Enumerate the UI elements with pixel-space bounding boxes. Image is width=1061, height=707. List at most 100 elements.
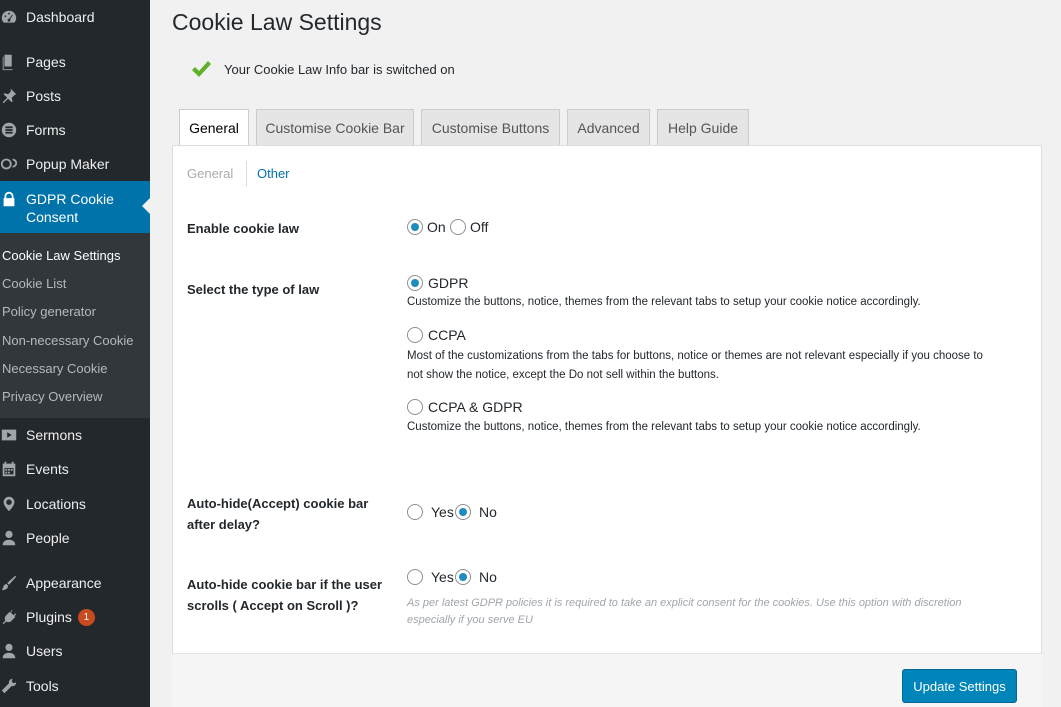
law-type-label: Select the type of law [187,282,320,297]
plugins-update-badge: 1 [77,608,95,626]
menu-label: Popup Maker [26,156,110,172]
autohide-scroll-label-line2: scrolls ( Accept on Scroll )? [187,598,359,613]
autohide-scroll-no-label: No [479,569,497,585]
law-gdpr-radio[interactable] [407,275,423,291]
law-ccpa-option[interactable]: CCPA [407,327,466,343]
subtab-other[interactable]: Other [257,166,290,181]
update-settings-button[interactable]: Update Settings [902,669,1017,703]
subtab-general[interactable]: General [187,166,233,181]
autohide-delay-no-option[interactable]: No [455,504,497,520]
enable-off-radio[interactable] [450,219,466,235]
submenu-necessary-cookie[interactable]: Necessary Cookie [2,361,108,376]
menu-item-gdpr-cookie-consent[interactable]: GDPR Cookie Consent [0,181,150,233]
menu-item-appearance[interactable]: Appearance [0,566,150,600]
submenu-cookie-law-settings[interactable]: Cookie Law Settings [2,248,121,263]
tab-help-guide[interactable]: Help Guide [657,109,749,145]
autohide-scroll-yes-option[interactable]: Yes [407,569,454,585]
enable-off-label: Off [470,219,489,235]
law-ccpa-gdpr-option[interactable]: CCPA & GDPR [407,399,523,415]
tab-advanced[interactable]: Advanced [567,109,650,145]
notice-text: Your Cookie Law Info bar is switched on [224,61,455,77]
autohide-scroll-label-line1: Auto-hide cookie bar if the user [187,577,383,592]
enable-on-radio[interactable] [407,219,423,235]
menu-item-forms[interactable]: Forms [0,113,150,147]
menu-label: People [26,530,70,546]
autohide-scroll-no-option[interactable]: No [455,569,497,585]
submenu-cookie-list[interactable]: Cookie List [2,276,66,291]
autohide-delay-label-line2: after delay? [187,517,260,532]
gdpr-submenu: Cookie Law Settings Cookie List Policy g… [0,233,150,418]
popup-icon [0,155,26,173]
menu-label: Events [26,461,69,477]
enable-off-option[interactable]: Off [450,219,488,235]
pages-icon [0,53,26,71]
menu-item-dashboard[interactable]: Dashboard [0,0,150,34]
autohide-scroll-no-radio[interactable] [455,569,471,585]
enable-on-label: On [427,219,446,235]
video-icon [0,426,26,444]
menu-label: Plugins [26,609,72,625]
subtab-divider [246,161,247,187]
menu-label: GDPR Cookie Consent [26,191,114,225]
person-icon [0,529,26,547]
menu-label: Sermons [26,427,83,443]
status-notice: Your Cookie Law Info bar is switched on [190,59,455,79]
menu-item-people[interactable]: People [0,521,150,555]
law-ccpa-radio[interactable] [407,327,423,343]
autohide-scroll-note-line1: As per latest GDPR policies it is requir… [407,597,962,609]
menu-item-locations[interactable]: Locations [0,487,150,521]
pin-icon [0,87,26,105]
enable-on-option[interactable]: On [407,219,446,235]
law-ccpa-description-line2: not show the notice, except the Do not s… [407,369,719,381]
menu-label: Posts [26,88,62,104]
menu-label: Pages [26,54,66,70]
page-title: Cookie Law Settings [172,9,382,35]
autohide-delay-yes-label: Yes [431,504,454,520]
menu-label: Locations [26,496,86,512]
tab-general[interactable]: General [179,109,249,146]
location-icon [0,495,26,513]
law-gdpr-label: GDPR [428,275,469,291]
menu-item-tools[interactable]: Tools [0,669,150,703]
menu-item-popup-maker[interactable]: Popup Maker [0,147,150,181]
menu-item-sermons[interactable]: Sermons [0,418,150,452]
law-ccpa-description-line1: Most of the customizations from the tabs… [407,350,983,362]
law-gdpr-description: Customize the buttons, notice, themes fr… [407,296,921,308]
menu-label: Dashboard [26,9,95,25]
autohide-delay-no-radio[interactable] [455,504,471,520]
submenu-policy-generator[interactable]: Policy generator [2,304,96,319]
submenu-privacy-overview[interactable]: Privacy Overview [2,389,102,404]
autohide-delay-yes-option[interactable]: Yes [407,504,454,520]
law-ccpa-label: CCPA [428,327,466,343]
menu-item-posts[interactable]: Posts [0,79,150,113]
users-icon [0,642,26,660]
autohide-scroll-note-line2: especially if you serve EU [407,614,533,626]
lock-icon [0,190,26,208]
law-gdpr-option[interactable]: GDPR [407,275,468,291]
brush-icon [0,574,26,592]
autohide-delay-no-label: No [479,504,497,520]
plug-icon [0,608,26,626]
menu-item-plugins[interactable]: Plugins 1 [0,600,150,634]
menu-label: Users [26,643,63,659]
enable-cookie-law-label: Enable cookie law [187,221,299,236]
autohide-delay-label-line1: Auto-hide(Accept) cookie bar [187,496,369,511]
autohide-delay-yes-radio[interactable] [407,504,423,520]
autohide-scroll-yes-radio[interactable] [407,569,423,585]
wrench-icon [0,677,26,695]
calendar-icon [0,460,26,478]
admin-sidebar: Dashboard Pages Posts Forms Popup Maker … [0,0,150,707]
checkmark-icon [192,61,211,77]
menu-item-events[interactable]: Events [0,452,150,486]
menu-item-users[interactable]: Users [0,634,150,668]
menu-label: Tools [26,678,59,694]
tab-customise-buttons[interactable]: Customise Buttons [421,109,560,145]
submenu-non-necessary-cookie[interactable]: Non-necessary Cookie [2,333,134,348]
law-ccpa-gdpr-label: CCPA & GDPR [428,399,523,415]
law-ccpa-gdpr-description: Customize the buttons, notice, themes fr… [407,421,921,433]
tab-customise-cookie-bar[interactable]: Customise Cookie Bar [256,109,414,145]
menu-item-pages[interactable]: Pages [0,45,150,79]
law-ccpa-gdpr-radio[interactable] [407,399,423,415]
menu-label: Appearance [26,575,102,591]
forms-icon [0,121,26,139]
